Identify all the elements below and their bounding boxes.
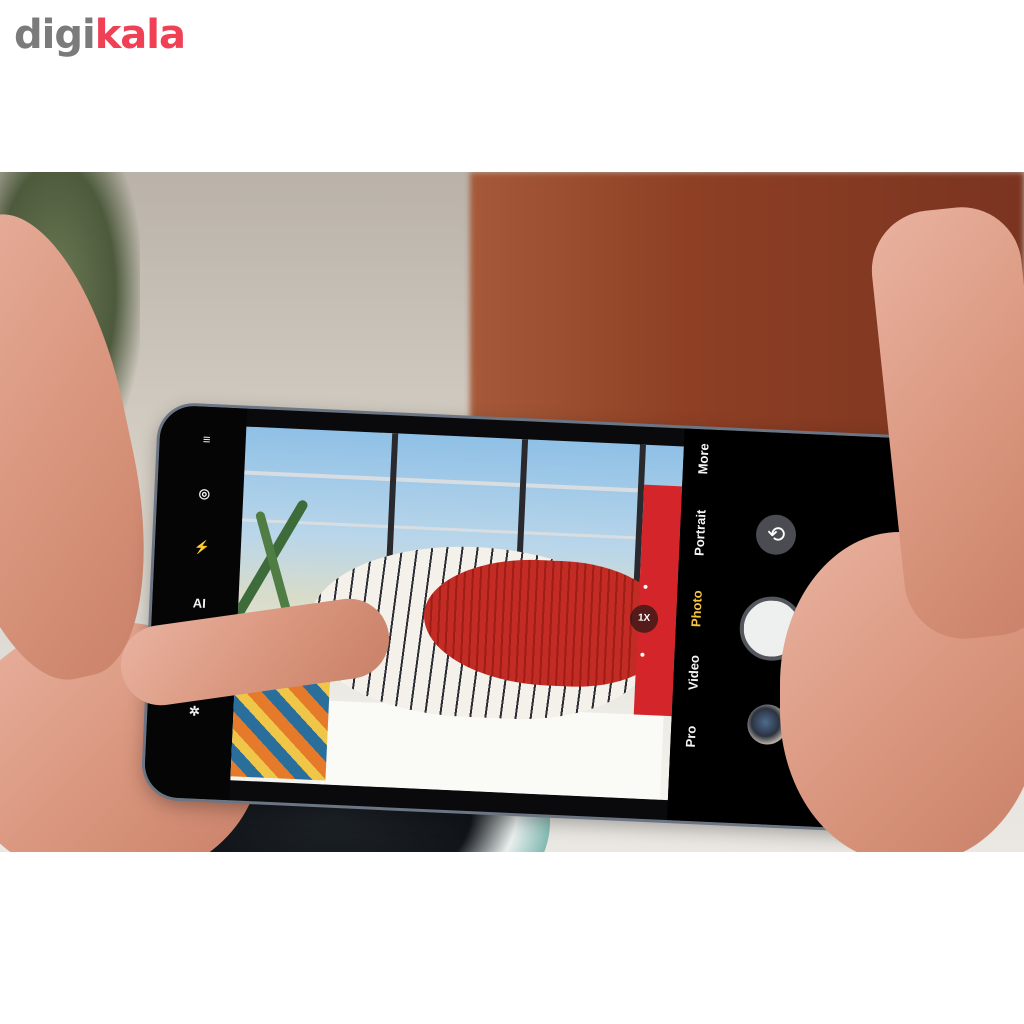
product-photo: ≡ ◎ ⚡ AI HDR ✲ 1X Pro Vide bbox=[0, 172, 1024, 852]
logo-text-kala: kala bbox=[94, 12, 186, 58]
balcony-rail-lower bbox=[242, 518, 680, 542]
balcony-rail bbox=[244, 470, 682, 495]
window-frame bbox=[385, 433, 399, 574]
lens-icon[interactable]: ◎ bbox=[187, 482, 222, 506]
flash-off-icon[interactable]: ⚡ bbox=[184, 536, 219, 560]
digikala-logo: digikala bbox=[14, 10, 186, 60]
switch-camera-icon[interactable]: ⟲ bbox=[755, 513, 797, 556]
menu-icon[interactable]: ≡ bbox=[189, 428, 224, 452]
logo-text-digi: digi bbox=[14, 12, 96, 58]
beauty-icon[interactable]: ✲ bbox=[177, 700, 212, 724]
ai-icon[interactable]: AI bbox=[182, 592, 217, 616]
